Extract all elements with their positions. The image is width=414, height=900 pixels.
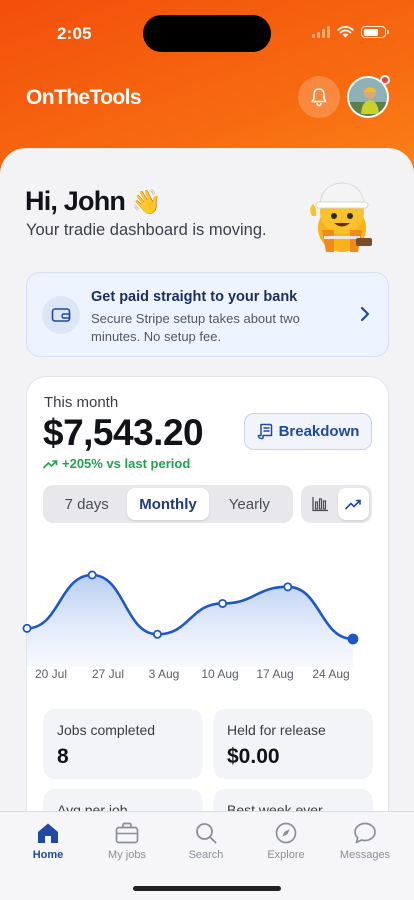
chart-point[interactable]: [218, 598, 228, 608]
chart-point[interactable]: [347, 633, 359, 645]
period-segmented-control: 7 days Monthly Yearly: [43, 485, 293, 523]
earnings-line-chart: [22, 570, 359, 667]
tab-explore[interactable]: Explore: [251, 821, 321, 861]
trend-up-icon: [43, 459, 58, 468]
chart-x-tick-label: 24 Aug: [312, 667, 350, 681]
tab-label: Messages: [339, 849, 391, 861]
stat-label: Jobs completed: [57, 722, 156, 738]
notification-dot: [380, 75, 390, 85]
notifications-button[interactable]: [298, 76, 340, 118]
earnings-period-label: This month: [44, 394, 119, 411]
dynamic-island: [143, 15, 271, 52]
stat-jobs-completed: Jobs completed 8: [43, 709, 203, 779]
profile-avatar-button[interactable]: [347, 75, 390, 118]
tab-messages[interactable]: Messages: [330, 821, 400, 861]
greeting-subtitle: Your tradie dashboard is moving.: [26, 221, 267, 239]
chart-x-axis-labels: 20 Jul 27 Jul 3 Aug 10 Aug 17 Aug 24 Aug: [27, 667, 390, 683]
stat-value: $0.00: [227, 745, 280, 768]
earnings-amount: $7,543.20: [43, 412, 204, 453]
status-time: 2:05: [57, 24, 92, 43]
tab-search[interactable]: Search: [171, 821, 241, 861]
line-chart-toggle[interactable]: [337, 488, 369, 520]
breakdown-button[interactable]: Breakdown: [244, 413, 372, 450]
chart-x-tick-label: 27 Jul: [91, 667, 125, 681]
status-icons: [312, 26, 389, 38]
home-icon: [38, 823, 58, 843]
line-chart-icon: [344, 499, 361, 509]
mascot-builder-icon: [310, 182, 372, 252]
tab-home[interactable]: Home: [13, 821, 83, 861]
greeting-title: Hi, John 👋: [25, 186, 162, 216]
bar-chart-icon: [312, 497, 328, 512]
stat-held-for-release: Held for release $0.00: [213, 709, 373, 779]
chart-x-tick-label: 3 Aug: [148, 667, 180, 681]
receipt-icon: [257, 423, 272, 440]
compass-icon: [275, 822, 297, 844]
brand-logo: OnTheTools: [26, 86, 142, 109]
signal-icon: [312, 26, 330, 38]
bell-icon: [311, 88, 327, 107]
chart-point[interactable]: [283, 582, 293, 592]
battery-icon: [361, 26, 389, 38]
tab-label: My jobs: [108, 849, 146, 861]
home-indicator: [133, 886, 281, 891]
tab-label: Home: [32, 849, 64, 861]
chart-x-tick-label: 10 Aug: [201, 667, 239, 681]
briefcase-icon: [115, 822, 139, 844]
chart-point[interactable]: [152, 629, 162, 639]
stat-label: Held for release: [227, 722, 326, 738]
wave-emoji: 👋: [131, 188, 162, 216]
earnings-change: +205% vs last period: [43, 456, 190, 471]
chart-x-tick-label: 17 Aug: [256, 667, 294, 681]
wallet-icon: [42, 296, 80, 334]
tab-my-jobs[interactable]: My jobs: [92, 821, 162, 861]
chart-type-toggle: [301, 485, 372, 523]
period-7-days[interactable]: 7 days: [46, 488, 127, 520]
bar-chart-toggle[interactable]: [304, 488, 336, 520]
stat-value: 8: [57, 745, 69, 768]
tab-label: Explore: [267, 849, 305, 861]
period-yearly[interactable]: Yearly: [209, 488, 290, 520]
period-monthly[interactable]: Monthly: [127, 488, 209, 520]
chevron-right-icon: [360, 306, 370, 322]
chart-point[interactable]: [87, 570, 97, 580]
tab-label: Search: [188, 849, 224, 861]
chat-bubble-icon: [354, 822, 376, 844]
earnings-card: This month $7,543.20 +205% vs last perio…: [22, 376, 390, 859]
chart-area-fill: [27, 575, 353, 667]
stripe-banner-title: Get paid straight to your bank: [91, 289, 298, 305]
search-icon: [196, 823, 217, 844]
chart-point[interactable]: [22, 623, 32, 633]
wifi-icon: [337, 26, 354, 38]
chart-x-tick-label: 20 Jul: [34, 667, 68, 681]
stripe-setup-banner[interactable]: Get paid straight to your bank Secure St…: [26, 272, 389, 357]
stripe-banner-text: Secure Stripe setup takes about two minu…: [91, 311, 300, 344]
